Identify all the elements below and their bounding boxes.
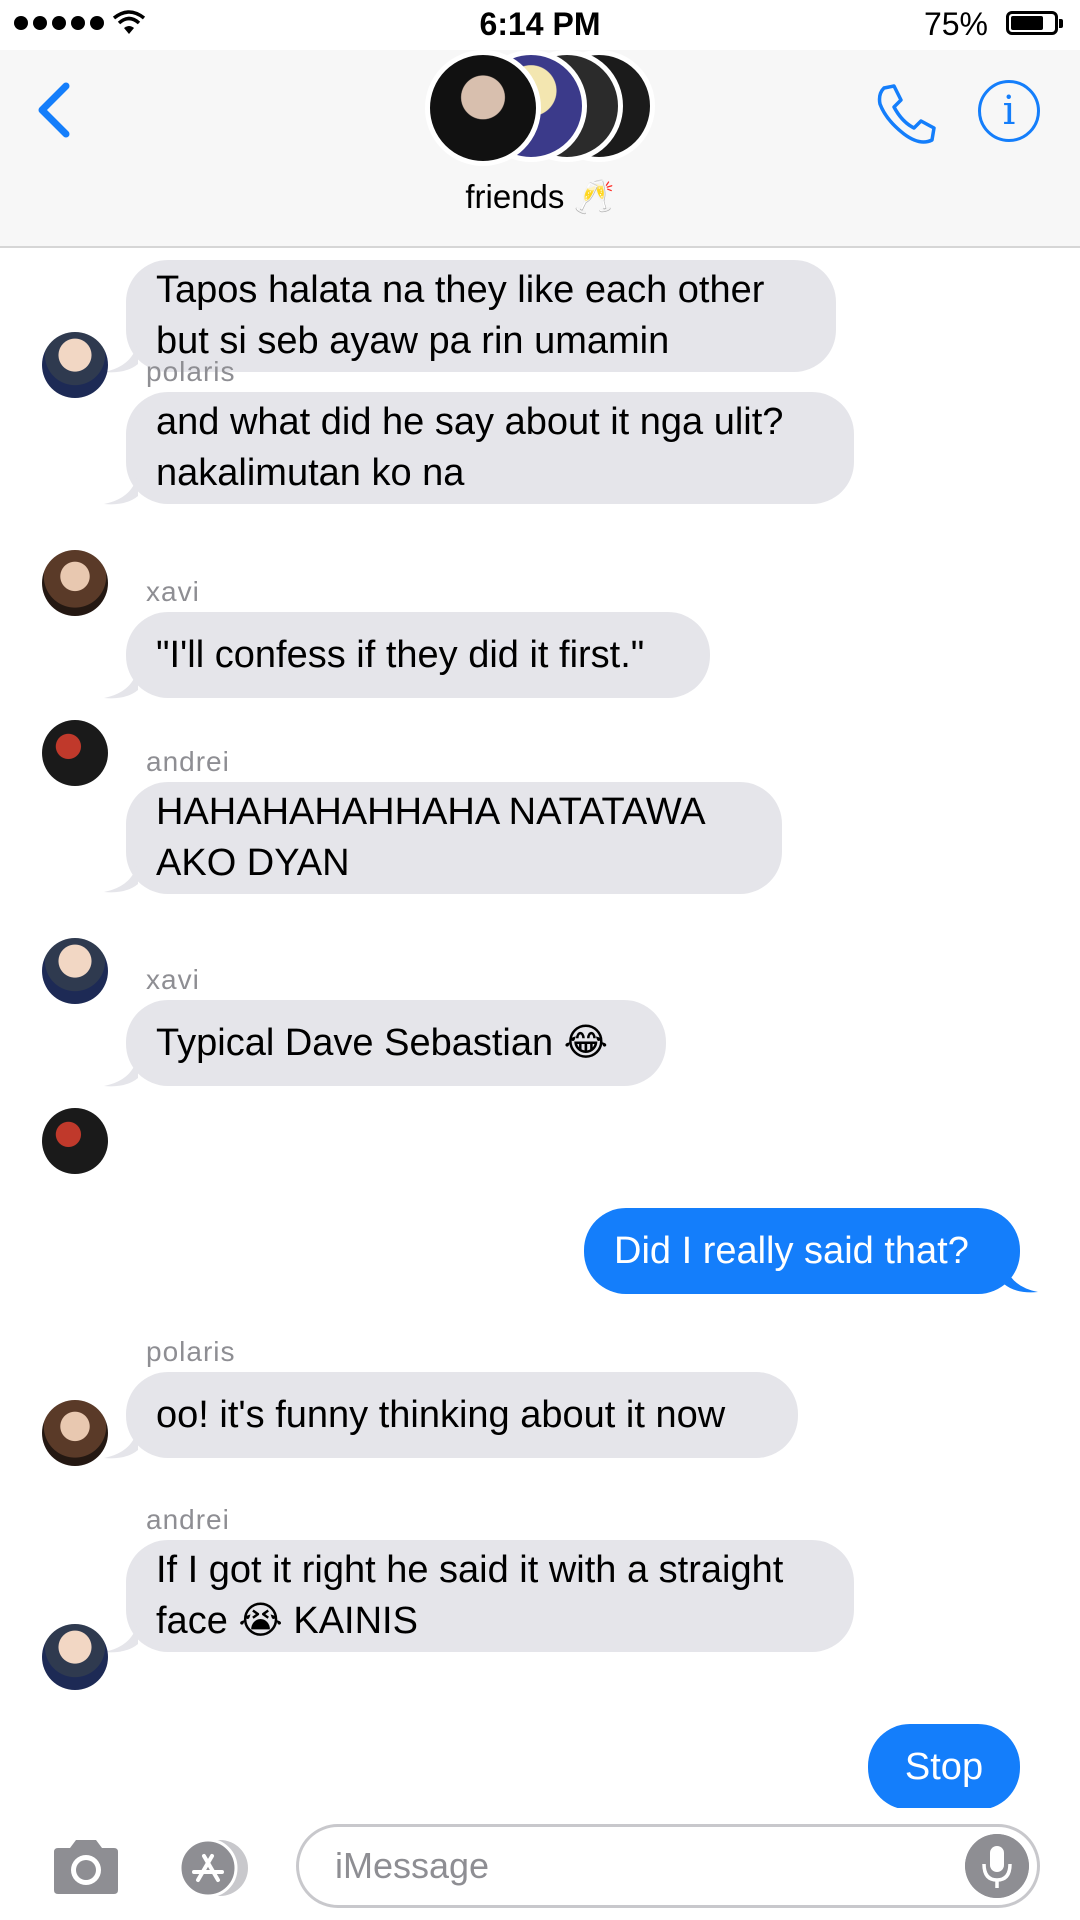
phone-icon[interactable] (870, 80, 940, 150)
avatar-polaris[interactable] (42, 1400, 108, 1466)
message-text: and what did he say about it nga ulit? n… (156, 401, 784, 494)
message-bubble-outgoing[interactable]: Stop (868, 1724, 1020, 1810)
message-text: oo! it's funny thinking about it now (156, 1393, 726, 1436)
message-bubble-incoming[interactable]: "I'll confess if they did it first." (126, 612, 710, 698)
sender-name: andrei (146, 746, 230, 777)
group-name[interactable]: friends 🥂 (0, 178, 1080, 217)
status-bar: 6:14 PM 75% (0, 0, 1080, 50)
message-bubble-incoming[interactable]: oo! it's funny thinking about it now (126, 1372, 798, 1458)
message-text: Tapos halata na they like each other but… (156, 269, 765, 362)
avatar-andrei[interactable] (42, 332, 108, 398)
bubble-tail (104, 860, 138, 893)
message-text: HAHAHAHAHHAHA NATATAWA AKO DYAN (156, 791, 704, 884)
info-icon[interactable]: i (978, 80, 1040, 142)
group-avatars[interactable] (425, 50, 655, 170)
message-text: Stop (904, 1745, 984, 1788)
message-thread: Tapos halata na they like each other but… (0, 248, 1080, 1810)
avatar-polaris[interactable] (42, 550, 108, 616)
sender-name: andrei (146, 1504, 230, 1535)
avatar-xavi[interactable] (42, 1108, 108, 1174)
group-avatar-1 (425, 50, 541, 166)
avatar-andrei[interactable] (42, 938, 108, 1004)
status-time: 6:14 PM (479, 6, 601, 42)
microphone-icon[interactable] (965, 1834, 1029, 1898)
message-text: "I'll confess if they did it first." (156, 633, 645, 676)
battery-icon (1006, 11, 1063, 35)
sender-name: polaris (146, 1336, 236, 1367)
message-bubble-outgoing[interactable]: Did I really said that? (584, 1208, 1020, 1294)
battery-fill (1011, 16, 1043, 30)
avatar-andrei[interactable] (42, 1624, 108, 1690)
bubble-tail (104, 1426, 138, 1459)
message-text: If I got it right he said it with a stra… (156, 1549, 784, 1642)
battery-percentage: 75% (923, 6, 988, 42)
bubble-tail (104, 666, 138, 699)
bubble-tail (1004, 1260, 1038, 1293)
message-text: Typical Dave Sebastian 😂 (156, 1021, 609, 1064)
message-input[interactable]: iMessage (296, 1824, 1040, 1908)
input-bar: iMessage (0, 1808, 1080, 1920)
back-chevron-icon[interactable] (30, 80, 80, 140)
bubble-tail (104, 1620, 138, 1653)
message-bubble-incoming[interactable]: HAHAHAHAHHAHA NATATAWA AKO DYAN (126, 782, 782, 894)
sender-name: xavi (146, 576, 200, 607)
sender-name: polaris (146, 356, 236, 387)
camera-icon[interactable] (48, 1838, 124, 1896)
avatar-xavi[interactable] (42, 720, 108, 786)
app-store-icon[interactable] (172, 1838, 256, 1898)
message-bubble-incoming[interactable]: and what did he say about it nga ulit? n… (126, 392, 854, 504)
message-bubble-incoming[interactable]: Typical Dave Sebastian 😂 (126, 1000, 666, 1086)
bubble-tail (104, 1054, 138, 1087)
sender-name: xavi (146, 964, 200, 995)
bubble-tail (104, 340, 138, 373)
message-input-placeholder: iMessage (335, 1845, 490, 1886)
message-bubble-incoming[interactable]: If I got it right he said it with a stra… (126, 1540, 854, 1652)
message-text: Did I really said that? (614, 1229, 969, 1272)
conversation-header: friends 🥂 i (0, 50, 1080, 248)
bubble-tail (104, 472, 138, 505)
